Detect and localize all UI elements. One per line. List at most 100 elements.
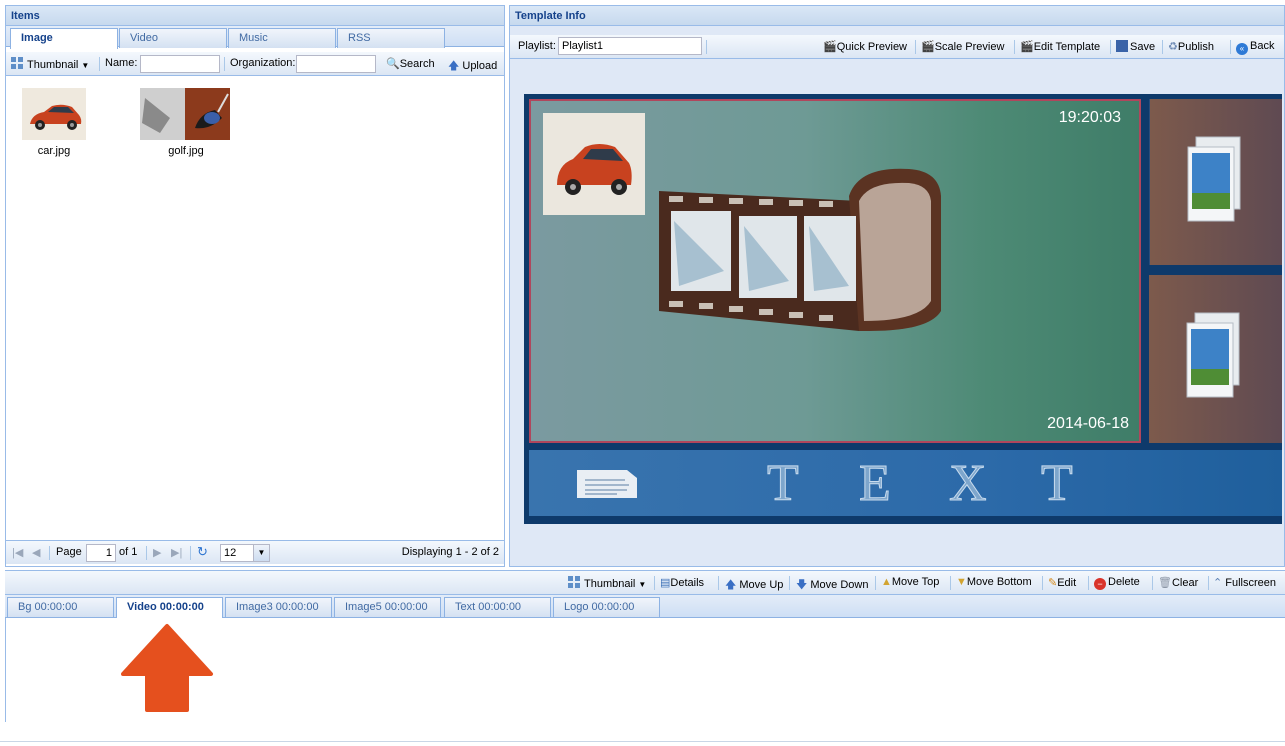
image-zone-3[interactable] <box>1149 99 1282 265</box>
thumbnail-car[interactable] <box>22 88 86 140</box>
logo-zone[interactable] <box>543 113 645 215</box>
upload-label: Upload <box>462 60 498 72</box>
move-bottom-label: Move Bottom <box>966 576 1032 588</box>
move-bottom-icon: ▼ <box>956 576 967 588</box>
timeline-tab-image5[interactable]: Image5 00:00:00 <box>334 597 441 617</box>
page-size-select[interactable]: 12 ▼ <box>220 544 270 562</box>
picture-stack-icon <box>1186 312 1240 398</box>
toolbar-separator <box>915 40 916 54</box>
edit-template-button[interactable]: 🎬Edit Template <box>1020 40 1100 53</box>
move-top-button[interactable]: ▲Move Top <box>881 576 939 588</box>
back-label: Back <box>1250 40 1275 52</box>
document-icon <box>577 470 637 498</box>
tab-rss[interactable]: RSS <box>337 28 445 48</box>
thumbnail-car-name: car.jpg <box>37 145 71 157</box>
move-top-icon: ▲ <box>881 576 892 588</box>
timeline-tab-logo[interactable]: Logo 00:00:00 <box>553 597 660 617</box>
last-page-button[interactable]: ▶| <box>171 546 182 559</box>
page-number-input[interactable] <box>86 544 116 562</box>
toolbar-separator <box>1042 576 1043 590</box>
view-mode-dropdown[interactable]: Thumbnail ▼ <box>11 57 89 71</box>
items-tabstrip: Image Video Music RSS <box>6 26 504 49</box>
save-button[interactable]: Save <box>1116 40 1155 53</box>
toolbar-separator <box>1014 40 1015 54</box>
refresh-icon[interactable]: ↻ <box>197 544 208 560</box>
golf-image <box>140 88 230 140</box>
quick-preview-button[interactable]: 🎬Quick Preview <box>823 40 907 53</box>
bottom-view-mode-dropdown[interactable]: Thumbnail ▼ <box>568 576 646 590</box>
toolbar-separator <box>1162 40 1163 54</box>
playlist-input[interactable] <box>558 37 702 55</box>
chevron-down-icon: ▼ <box>81 61 90 70</box>
details-button[interactable]: ▤Details <box>660 576 704 589</box>
page-label: Page <box>56 546 82 558</box>
template-info-title: Template Info <box>510 6 1284 26</box>
search-button[interactable]: 🔍Search <box>386 57 435 70</box>
publish-label: Publish <box>1177 41 1214 53</box>
move-down-button[interactable]: 🡇 Move Down <box>796 576 868 595</box>
timeline-tabstrip: Bg 00:00:00 Video 00:00:00 Image3 00:00:… <box>5 595 1285 618</box>
next-page-button[interactable]: ▶ <box>153 546 161 559</box>
search-icon: 🔍 <box>386 58 400 70</box>
toolbar-separator <box>224 57 225 71</box>
toolbar-separator <box>950 576 951 590</box>
items-panel: Items Image Video Music RSS Thumbnail ▼ … <box>5 5 505 567</box>
delete-icon: − <box>1094 578 1106 590</box>
timeline-tab-text[interactable]: Text 00:00:00 <box>444 597 551 617</box>
film-strip-icon <box>659 168 941 331</box>
clock-time: 19:20:03 <box>1058 109 1121 126</box>
publish-button[interactable]: ♻Publish <box>1168 40 1214 53</box>
delete-button[interactable]: − Delete <box>1094 576 1140 590</box>
trash-icon: 🗑 <box>1158 577 1172 589</box>
name-input[interactable] <box>140 55 220 73</box>
move-top-label: Move Top <box>891 576 940 588</box>
toolbar-separator <box>99 57 100 71</box>
toolbar-separator <box>1088 576 1089 590</box>
move-up-button[interactable]: 🡅 Move Up <box>725 576 783 595</box>
tab-music[interactable]: Music <box>228 28 336 48</box>
name-label: Name: <box>105 57 138 69</box>
image-zone-5[interactable] <box>1149 275 1282 443</box>
text-letter: T <box>1041 455 1074 513</box>
clear-button[interactable]: 🗑Clear <box>1158 576 1198 589</box>
thumbnail-grid-icon <box>568 576 582 589</box>
publish-icon: ♻ <box>1168 41 1178 53</box>
edit-button[interactable]: ✎Edit <box>1048 576 1076 589</box>
quick-preview-label: Quick Preview <box>836 41 907 53</box>
template-preview-stage: 19:20:03 2014-06-18 T E X T <box>524 94 1282 524</box>
prev-page-button[interactable]: ◀ <box>32 546 40 559</box>
thumbnail-golf-name: golf.jpg <box>168 145 204 157</box>
timeline-tab-image3[interactable]: Image3 00:00:00 <box>225 597 332 617</box>
toolbar-separator <box>875 576 876 590</box>
playlist-label: Playlist: <box>518 40 556 52</box>
displaying-count: Displaying 1 - 2 of 2 <box>401 546 499 558</box>
text-letter: X <box>949 455 988 513</box>
toolbar-separator <box>1230 40 1231 54</box>
text-zone[interactable]: T E X T <box>529 450 1282 516</box>
upload-button[interactable]: 🡅 Upload <box>448 57 497 76</box>
clapperboard-icon: 🎬 <box>1020 41 1034 53</box>
thumbnail-golf[interactable] <box>140 88 230 140</box>
items-pager: |◀ ◀ Page of 1 ▶ ▶| ↻ 12 ▼ Displaying 1 … <box>6 540 504 564</box>
page-count-label: of 1 <box>119 546 138 558</box>
back-button[interactable]: «Back <box>1236 40 1274 55</box>
timeline-tab-bg[interactable]: Bg 00:00:00 <box>7 597 114 617</box>
move-up-label: Move Up <box>739 579 784 591</box>
move-bottom-button[interactable]: ▼Move Bottom <box>956 576 1032 588</box>
edit-template-label: Edit Template <box>1033 41 1101 53</box>
first-page-button[interactable]: |◀ <box>12 546 23 559</box>
fullscreen-button[interactable]: ⌃ Fullscreen <box>1213 576 1276 589</box>
car-image <box>22 88 86 140</box>
picture-stack-icon <box>1187 136 1241 222</box>
scale-preview-button[interactable]: 🎬Scale Preview <box>921 40 1004 53</box>
tab-video[interactable]: Video <box>119 28 227 48</box>
chevron-down-icon: ▼ <box>638 580 647 589</box>
pager-separator <box>146 546 147 560</box>
scale-preview-label: Scale Preview <box>934 41 1005 53</box>
tab-image[interactable]: Image <box>10 28 118 49</box>
organization-input[interactable] <box>296 55 376 73</box>
pager-separator <box>190 546 191 560</box>
video-zone[interactable]: 19:20:03 2014-06-18 <box>529 99 1141 443</box>
toolbar-separator <box>789 576 790 590</box>
timeline-tab-video[interactable]: Video 00:00:00 <box>116 597 223 618</box>
